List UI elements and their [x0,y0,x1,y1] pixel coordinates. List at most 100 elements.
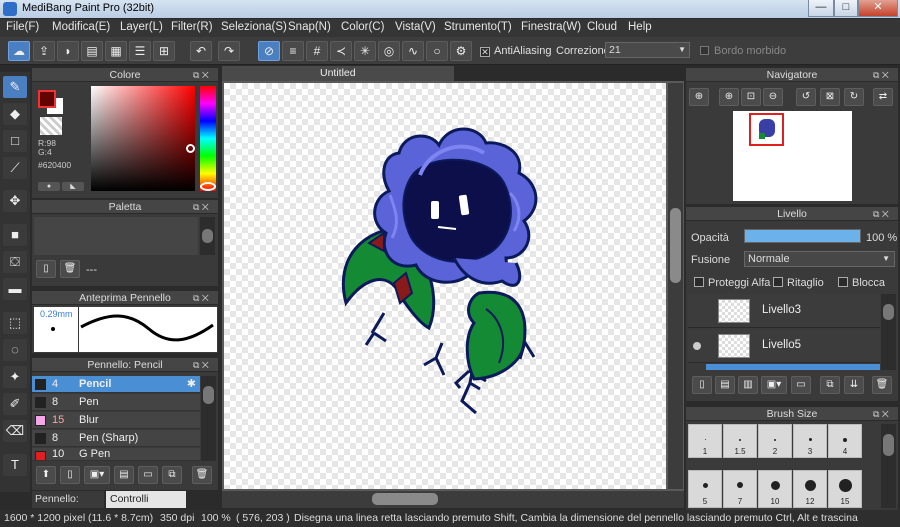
panel-popout-icon[interactable]: ⧉ ✕ [193,70,209,81]
layer-menu-icon[interactable]: ▣▾ [761,376,787,394]
speech-bubble-icon[interactable]: ▤ [81,41,103,61]
grid-icon[interactable]: ⊞ [153,41,175,61]
color-picker-cursor[interactable] [186,144,195,153]
new-brush-icon[interactable]: ▯ [60,466,80,484]
canvas-horizontal-scrollbar[interactable] [222,491,684,508]
move-tool-icon[interactable]: ✥ [3,190,27,212]
brush-size-cell[interactable]: 4 [828,424,862,458]
layer-folder-icon[interactable]: ▭ [791,376,811,394]
new-palette-icon[interactable]: ▯ [36,260,56,278]
rotate-right-icon[interactable]: ↻ [844,88,864,106]
layer-list-scrollbar[interactable] [881,294,896,370]
soft-edge-checkbox[interactable] [700,46,709,55]
layer-row[interactable]: Livello5 [688,329,880,363]
brush-size-cell[interactable]: 7 [723,470,757,508]
maximize-button[interactable]: □ [834,0,858,17]
color-gradient-picker[interactable] [91,86,195,191]
brush-properties-icon[interactable]: ▤ [114,466,134,484]
dot-tool-icon[interactable]: ⟋ [3,157,27,179]
zoom-out-icon[interactable]: ⊖ [763,88,783,106]
document-tab[interactable]: Untitled [222,66,454,81]
brush-preview-popout-icon[interactable]: ⧉ ✕ [193,293,209,304]
layer-list-icon[interactable]: ☰ [129,41,151,61]
visibility-eye-icon[interactable] [693,342,701,350]
brush-item-pen-sharp[interactable]: 8 Pen (Sharp) [32,430,200,447]
layer-popout-icon[interactable]: ⧉ ✕ [873,209,889,220]
menu-snap[interactable]: Snap(N) [288,21,331,33]
lock-checkbox[interactable] [838,277,848,287]
brush-menu-icon[interactable]: ▣▾ [84,466,110,484]
palette-area[interactable] [34,217,198,255]
close-button[interactable]: ✕ [858,0,898,17]
rectangle-tool-icon[interactable]: □ [3,130,27,152]
brush-list-scrollbar[interactable] [201,376,216,461]
brush-folder-icon[interactable]: ▭ [138,466,158,484]
fit-icon[interactable]: ⊡ [741,88,761,106]
parallel-snap-icon[interactable]: ≡ [282,41,304,61]
new-layer-icon[interactable]: ▯ [692,376,712,394]
eyedropper-button[interactable]: ◣ [62,182,84,191]
comment-icon[interactable]: ◗ [57,41,79,61]
brush-size-cell[interactable]: 1 [688,424,722,458]
brush-size-scrollbar[interactable] [881,424,896,508]
brush-item-g-pen[interactable]: 10 G Pen [32,448,200,461]
settings-gear-icon[interactable]: ⚙ [450,41,472,61]
snap-off-icon[interactable]: ⊘ [258,41,280,61]
layer-row[interactable]: Livello3 [688,294,880,328]
navigator-viewport[interactable] [749,113,784,146]
clipping-checkbox[interactable] [773,277,783,287]
palette-trash-icon[interactable]: 🗑 [60,260,80,278]
menu-seleziona[interactable]: Seleziona(S) [221,21,287,33]
menu-filter[interactable]: Filter(R) [171,21,213,33]
select-eraser-tool-icon[interactable]: ⌫ [3,420,27,442]
minimize-button[interactable]: — [808,0,834,17]
concentric-snap-icon[interactable]: ◎ [378,41,400,61]
menu-cloud[interactable]: Cloud [587,21,617,33]
select-rect-tool-icon[interactable]: ⬚ [3,312,27,334]
correction-select[interactable]: 21 ▼ [605,42,690,58]
text-tool-icon[interactable]: T [3,454,27,476]
brush-tool-icon[interactable]: ✎ [3,76,27,98]
menu-strumento[interactable]: Strumento(T) [444,21,512,33]
rotate-reset-icon[interactable]: ⊠ [820,88,840,106]
curve-snap-icon[interactable]: ∿ [402,41,424,61]
blend-mode-select[interactable]: Normale ▼ [744,251,895,267]
cloud-icon[interactable]: ☁ [8,41,30,61]
transparent-swatch[interactable] [40,117,62,135]
zoom-icon[interactable]: ⊕ [689,88,709,106]
eraser-tool-icon[interactable]: ◆ [3,103,27,125]
brush-duplicate-icon[interactable]: ⧉ [162,466,182,484]
rotate-left-icon[interactable]: ↺ [796,88,816,106]
duplicate-layer-icon[interactable]: ⧉ [820,376,840,394]
menu-color[interactable]: Color(C) [341,21,384,33]
menu-layer[interactable]: Layer(L) [120,21,163,33]
navigator-popout-icon[interactable]: ⧉ ✕ [873,70,889,81]
brush-size-cell[interactable]: 15 [828,470,862,508]
canvas-vertical-scrollbar[interactable] [668,83,683,489]
brush-item-pencil[interactable]: 4 Pencil ✱ [32,376,200,393]
redo-icon[interactable]: ↷ [218,41,240,61]
brush-item-blur[interactable]: 15 Blur [32,412,200,429]
menu-file[interactable]: File(F) [6,21,39,33]
hue-slider[interactable] [200,86,216,191]
lasso-tool-icon[interactable]: ◌ [3,339,27,361]
select-pen-tool-icon[interactable]: ✐ [3,393,27,415]
palette-scrollbar[interactable] [200,217,215,255]
menu-vista[interactable]: Vista(V) [395,21,436,33]
brush-item-pen[interactable]: 8 Pen [32,394,200,411]
layer-trash-icon[interactable]: 🗑 [872,376,892,394]
menu-modifica[interactable]: Modifica(E) [52,21,110,33]
palette-add-button[interactable]: ● [38,182,60,191]
panel-icon[interactable]: ▦ [105,41,127,61]
hue-slider-handle[interactable] [200,182,216,191]
brush-size-cell[interactable]: 3 [793,424,827,458]
brush-size-cell[interactable]: 1.5 [723,424,757,458]
tab-brush-controls[interactable]: Controlli Pennello [106,491,186,522]
gear-icon[interactable]: ✱ [187,376,196,393]
undo-icon[interactable]: ↶ [190,41,212,61]
protect-alpha-checkbox[interactable] [694,277,704,287]
gradient-tool-icon[interactable]: ▬ [3,278,27,300]
radial-snap-icon[interactable]: ✳ [354,41,376,61]
palette-popout-icon[interactable]: ⧉ ✕ [193,202,209,213]
tab-brush-pencil[interactable]: Pennello: Pencil [32,491,104,522]
